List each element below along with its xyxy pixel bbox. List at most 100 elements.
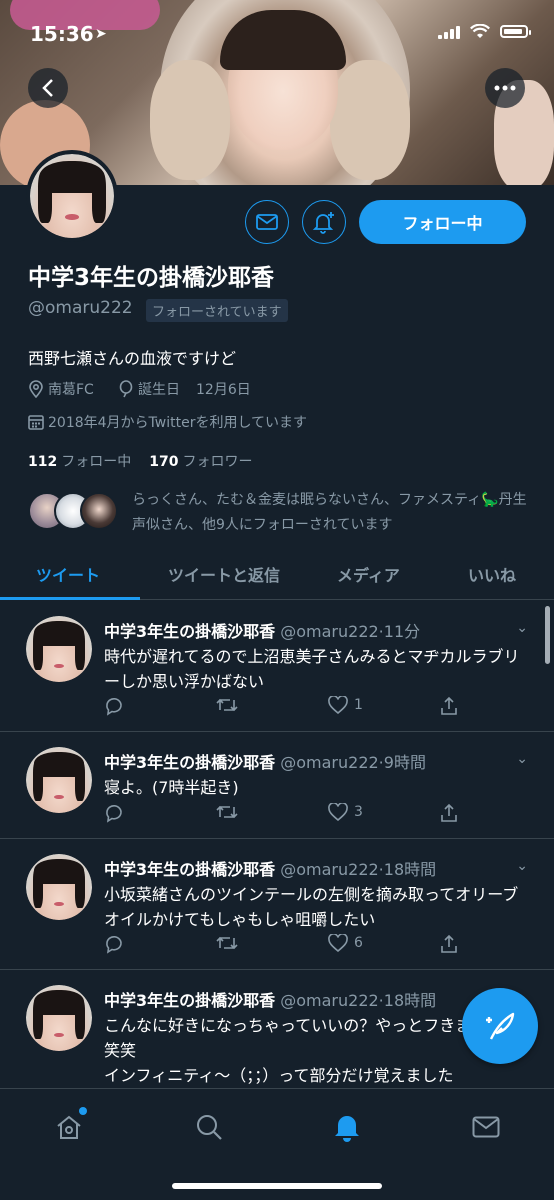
tweet-time: 18時間 (383, 991, 437, 1010)
like-count: 6 (354, 935, 363, 951)
envelope-icon (472, 1116, 500, 1138)
tweet-actions: 6 (104, 934, 464, 958)
share-icon (441, 803, 457, 822)
avatar-image (26, 985, 92, 1051)
like-button[interactable]: 6 (328, 934, 363, 952)
chevron-down-icon[interactable]: ⌄ (516, 751, 528, 767)
back-button[interactable] (28, 68, 68, 108)
tweet-header: 中学3年生の掛橋沙耶香 @omaru222·18時間 (104, 856, 436, 880)
retweet-button[interactable] (216, 803, 238, 821)
nav-notifications[interactable] (327, 1107, 367, 1147)
nav-search[interactable] (189, 1107, 229, 1147)
compose-icon (486, 1012, 515, 1040)
avatar-image (26, 747, 92, 813)
retweet-button[interactable] (216, 696, 238, 714)
tweet-avatar[interactable] (26, 747, 92, 813)
follows-you-badge: フォローされています (146, 299, 288, 322)
message-button[interactable] (245, 200, 289, 244)
reply-button[interactable] (104, 934, 124, 954)
retweet-icon (216, 805, 238, 819)
balloon-icon (119, 380, 133, 398)
tweet[interactable]: 中学3年生の掛橋沙耶香 @omaru222·11分 ⌄ 時代が遅れてるので上沼恵… (0, 602, 554, 732)
retweet-button[interactable] (216, 934, 238, 952)
followers-number: 170 (149, 454, 179, 470)
tab-media[interactable]: メディア (337, 562, 400, 586)
birthday-label: 誕生日 (138, 382, 180, 398)
joined-text: 2018年4月からTwitterを利用しています (48, 415, 308, 431)
tweet-author-name[interactable]: 中学3年生の掛橋沙耶香 (104, 622, 275, 641)
compose-button[interactable] (462, 988, 538, 1064)
mini-avatar (80, 492, 118, 530)
tweet-author-handle: @omaru222 (280, 991, 379, 1010)
bell-icon (335, 1116, 359, 1142)
tweet-author-name[interactable]: 中学3年生の掛橋沙耶香 (104, 753, 275, 772)
tab-tweets[interactable]: ツイート (36, 562, 100, 586)
reply-button[interactable] (104, 696, 124, 716)
profile-bio: 西野七瀬さんの血液ですけど (28, 349, 237, 368)
share-button[interactable] (440, 803, 458, 823)
tweet-avatar[interactable] (26, 854, 92, 920)
location-text: 南葛FC (48, 382, 94, 398)
like-button[interactable]: 3 (328, 803, 363, 821)
status-bar: 15:36 ➤ (0, 0, 554, 60)
tweet[interactable]: 中学3年生の掛橋沙耶香 @omaru222·18時間 ⌄ 小坂菜緒さんのツインテ… (0, 840, 554, 970)
tab-tweets-replies[interactable]: ツイートと返信 (168, 562, 280, 586)
search-icon (197, 1115, 222, 1140)
avatar-hair (40, 160, 104, 193)
tweet-avatar[interactable] (26, 616, 92, 682)
chevron-left-icon (42, 79, 53, 97)
chevron-down-icon[interactable]: ⌄ (516, 620, 528, 636)
profile-tabs: ツイート ツイートと返信 メディア いいね (0, 550, 554, 600)
reply-icon (106, 804, 122, 823)
active-tab-indicator (0, 597, 140, 600)
following-count[interactable]: 112 フォロー中 (28, 451, 131, 471)
tweet-author-handle: @omaru222 (280, 753, 379, 772)
avatar-hair (33, 990, 85, 1016)
tweet-author-name[interactable]: 中学3年生の掛橋沙耶香 (104, 991, 275, 1010)
share-icon (441, 934, 457, 953)
avatar-lips (53, 1032, 65, 1038)
tab-likes[interactable]: いいね (468, 562, 516, 586)
profile-name: 中学3年生の掛橋沙耶香 (28, 265, 275, 291)
like-count: 3 (354, 804, 363, 820)
profile-avatar[interactable] (26, 150, 118, 242)
home-indicator[interactable] (172, 1183, 382, 1189)
like-button[interactable]: 1 (328, 696, 363, 714)
location-icon (29, 380, 43, 398)
tweet-actions: 1 (104, 696, 464, 720)
follow-counts: 112 フォロー中 170 フォロワー (28, 451, 252, 471)
share-button[interactable] (440, 696, 458, 716)
chevron-down-icon[interactable]: ⌄ (516, 858, 528, 874)
reply-button[interactable] (104, 803, 124, 823)
heart-icon (328, 696, 348, 714)
battery-icon (500, 25, 531, 38)
status-time: 15:36 (30, 22, 94, 46)
envelope-icon (256, 214, 278, 230)
scrollbar[interactable] (545, 606, 550, 664)
tweet-avatar[interactable] (26, 985, 92, 1051)
tweet[interactable]: 中学3年生の掛橋沙耶香 @omaru222·9時間 ⌄ 寝よ。(7時半起き) 3 (0, 733, 554, 839)
wifi-icon (470, 24, 490, 38)
profile-location: 南葛FC (28, 379, 94, 399)
following-button[interactable]: フォロー中 (359, 200, 526, 244)
banner-hood-ear-right (330, 60, 410, 180)
nav-home[interactable] (49, 1107, 89, 1147)
nav-messages[interactable] (466, 1107, 506, 1147)
followed-by-avatars[interactable] (28, 492, 123, 532)
cellular-signal-icon (438, 25, 460, 39)
home-icon (57, 1115, 81, 1139)
tweet-text: 小坂菜緒さんのツインテールの左側を摘み取ってオリーブオイルかけてもしゃもしゃ咀嚼… (104, 885, 519, 929)
avatar-hair (33, 621, 85, 647)
avatar-hair (33, 752, 85, 778)
notify-button[interactable] (302, 200, 346, 244)
share-button[interactable] (440, 934, 458, 954)
heart-icon (328, 934, 348, 952)
following-number: 112 (28, 454, 58, 470)
avatar-lips (65, 214, 79, 221)
followers-count[interactable]: 170 フォロワー (149, 451, 252, 471)
tweet-author-name[interactable]: 中学3年生の掛橋沙耶香 (104, 860, 275, 879)
tweet-author-handle: @omaru222 (280, 860, 379, 879)
followed-by-text[interactable]: らっくさん、たむ＆金麦は眠らないさん、ファメスティ🦕丹生声似さん、他9人にフォロ… (132, 488, 532, 538)
more-button[interactable] (485, 68, 525, 108)
share-icon (441, 696, 457, 715)
